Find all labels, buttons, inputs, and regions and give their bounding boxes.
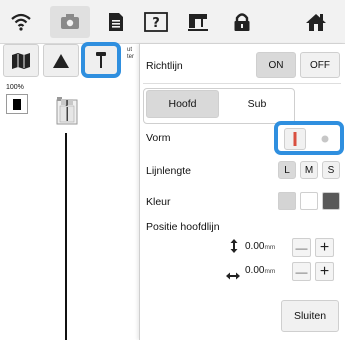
thread-color-box[interactable]: [6, 94, 28, 114]
minus-label: —: [295, 240, 308, 255]
vertical-plus-button[interactable]: +: [315, 238, 334, 257]
horizontal-unit: mm: [264, 268, 276, 275]
vertical-arrow-icon: [230, 239, 238, 258]
vertical-minus-button[interactable]: —: [292, 238, 311, 257]
horizontal-minus-button[interactable]: —: [292, 262, 311, 281]
embroidery-icon[interactable]: [178, 6, 218, 38]
tab-main[interactable]: Hoofd: [146, 90, 219, 118]
wifi-icon[interactable]: [1, 6, 41, 38]
horizontal-arrow-icon: [226, 267, 240, 285]
home-icon[interactable]: [296, 6, 336, 38]
tool-label-line-1: ut: [127, 47, 133, 53]
position-label: Positie hoofdlijn: [146, 221, 220, 233]
length-option-m[interactable]: M: [300, 161, 318, 179]
divider: [143, 83, 341, 84]
shape-label: Vorm: [146, 132, 171, 144]
dot-icon: [321, 135, 329, 143]
line-icon: [293, 132, 297, 146]
horizontal-value: 0.00: [245, 265, 265, 276]
svg-text:?: ?: [152, 16, 160, 31]
help-icon[interactable]: ?: [136, 6, 176, 38]
plus-label: +: [319, 262, 330, 280]
vertical-value: 0.00: [245, 241, 265, 252]
horizontal-position-value: 0.00mm: [245, 265, 275, 276]
color-swatch-dark-gray[interactable]: [322, 192, 340, 210]
thread-color-swatch: [13, 98, 21, 110]
off-button[interactable]: OFF: [300, 52, 340, 78]
presser-foot-icon: J: [56, 96, 78, 131]
page-icon[interactable]: [96, 6, 136, 38]
plus-label: +: [319, 238, 330, 256]
lock-icon[interactable]: [222, 6, 262, 38]
tab-sub[interactable]: Sub: [221, 90, 293, 118]
close-button[interactable]: Sluiten: [281, 300, 339, 332]
color-swatch-light-gray[interactable]: [278, 192, 296, 210]
color-swatch-white[interactable]: [300, 192, 318, 210]
length-option-l[interactable]: L: [278, 161, 296, 179]
length-label: Lijnlengte: [146, 165, 191, 177]
vertical-position-value: 0.00mm: [245, 241, 275, 252]
triangle-icon[interactable]: [43, 44, 79, 77]
settings-tab-icon[interactable]: [50, 6, 90, 38]
zoom-label: 100%: [6, 84, 24, 91]
tool-label-line-2: ter: [127, 54, 135, 60]
guideline-preview-line: [65, 133, 67, 340]
panel-title: Richtlijn: [146, 60, 183, 72]
book-icon[interactable]: [3, 44, 39, 77]
pin-icon[interactable]: [81, 42, 121, 78]
length-option-s[interactable]: S: [322, 161, 340, 179]
horizontal-plus-button[interactable]: +: [315, 262, 334, 281]
shape-line-option[interactable]: [284, 128, 306, 150]
tool-label-truncated: ut ter: [127, 47, 134, 61]
vertical-unit: mm: [264, 244, 276, 251]
on-button[interactable]: ON: [256, 52, 296, 78]
color-label: Kleur: [146, 196, 171, 208]
shape-dot-option[interactable]: [314, 128, 336, 150]
minus-label: —: [295, 264, 308, 279]
